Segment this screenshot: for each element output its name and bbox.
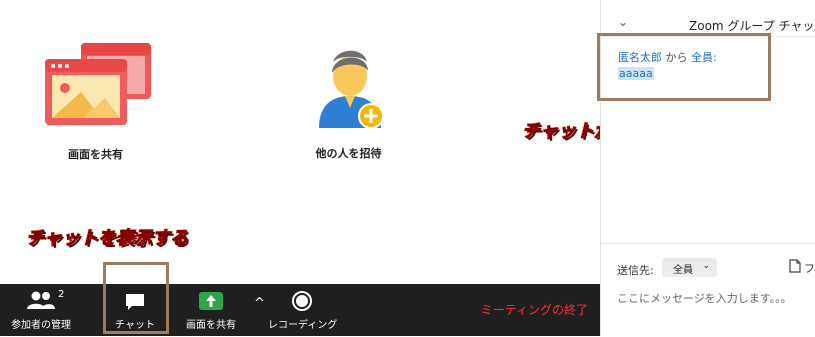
caret-up-icon: ^ — [254, 296, 265, 311]
callout-show-chat: チャットを表示する — [26, 228, 189, 250]
chevron-down-icon[interactable]: ⌄ — [618, 15, 628, 29]
message-input[interactable]: ここにメッセージを入力します。。。 — [617, 290, 792, 306]
send-to-label: 送信先: — [617, 264, 654, 277]
chat-button-highlight — [103, 262, 169, 334]
meeting-toolbar: 2 参加者の管理 チャット 画面を共有 ^ レコーディング ミーティングの終了 — [0, 284, 600, 336]
chat-title: Zoom グループ チャット — [689, 19, 815, 33]
share-arrow-icon — [199, 292, 223, 310]
end-meeting-button[interactable]: ミーティングの終了 — [481, 301, 588, 318]
participants-count: 2 — [58, 289, 65, 300]
participants-label: 参加者の管理 — [11, 320, 71, 331]
send-to-value: 全員 — [673, 265, 693, 276]
file-label[interactable]: フ — [804, 260, 815, 276]
share-screen-icon — [45, 43, 151, 125]
meeting-area: 画面を共有 他の人を招待 チャットを表示する チャットがここに表示される 2 — [0, 0, 756, 336]
record-label: レコーディング — [268, 320, 338, 331]
chat-message-highlight — [597, 33, 771, 101]
chat-footer: 送信先: 全員 ⌄ フ ここにメッセージを入力します。。。 — [601, 243, 815, 337]
record-icon — [292, 291, 312, 311]
share-screen-tile[interactable]: 画面を共有 — [38, 40, 158, 162]
chevron-down-icon: ⌄ — [702, 261, 710, 271]
file-icon[interactable] — [789, 259, 801, 273]
invite-person-icon — [319, 50, 384, 129]
participants-button[interactable]: 2 参加者の管理 — [0, 284, 82, 336]
invite-label: 他の人を招待 — [315, 147, 382, 160]
share-options-caret[interactable]: ^ — [250, 284, 270, 336]
participants-icon — [27, 291, 55, 309]
share-screen-label: 画面を共有 — [68, 148, 123, 161]
share-button[interactable]: 画面を共有 — [178, 284, 244, 336]
send-to-select[interactable]: 全員 ⌄ — [662, 258, 717, 277]
record-button[interactable]: レコーディング — [268, 284, 338, 336]
share-label: 画面を共有 — [186, 320, 236, 331]
invite-tile[interactable]: 他の人を招待 — [295, 40, 405, 161]
chat-panel: ⌄ Zoom グループ チャット 匿名太郎 から 全員: aaaaa 送信先: … — [597, 0, 815, 337]
chat-header: ⌄ Zoom グループ チャット — [601, 0, 815, 37]
